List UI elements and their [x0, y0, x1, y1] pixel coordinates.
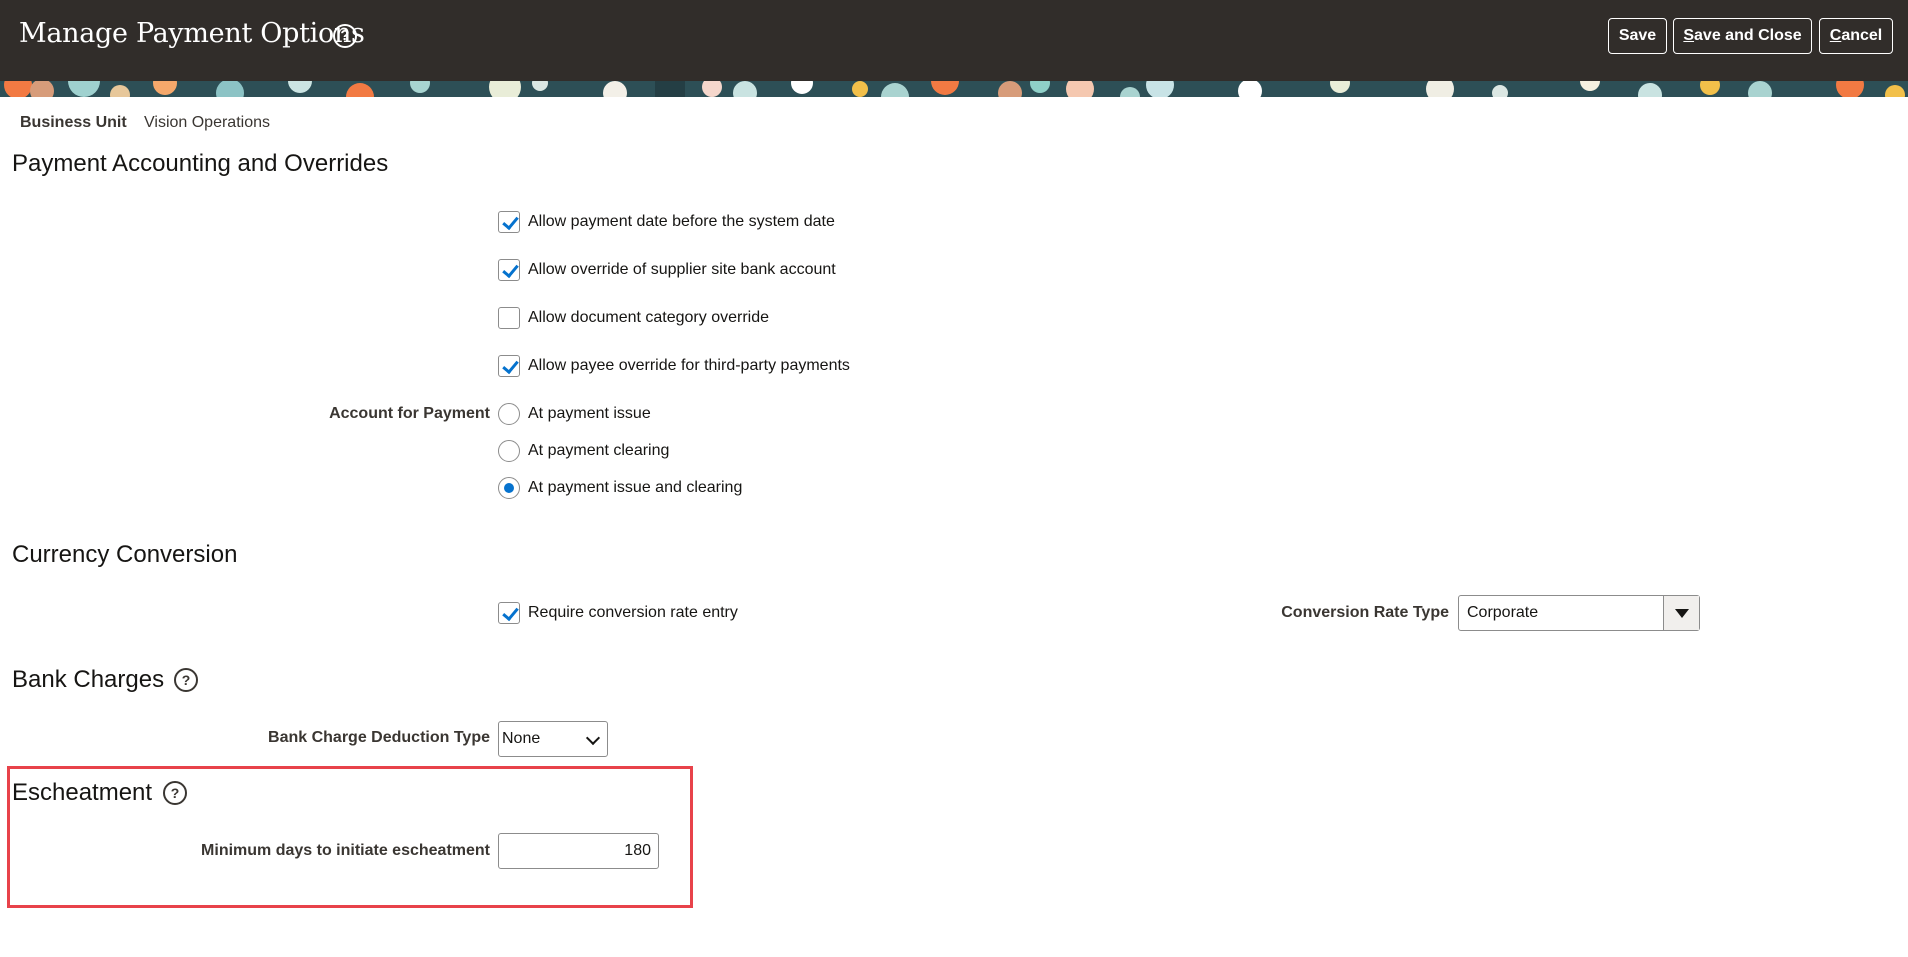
- account-for-payment-label: Account for Payment: [329, 405, 490, 422]
- bank-charge-deduction-type-label: Bank Charge Deduction Type: [268, 729, 490, 746]
- radio-at-payment-clearing[interactable]: [498, 440, 520, 462]
- page-header: Manage Payment Options ? Save Save and C…: [0, 0, 1908, 81]
- option-label-allow-document-category-override: Allow document category override: [528, 309, 770, 326]
- option-label-allow-override-supplier-bank: Allow override of supplier site bank acc…: [528, 261, 836, 278]
- radio-label-at-payment-issue-and-clearing: At payment issue and clearing: [528, 479, 743, 496]
- save-and-close-label: ave and Close: [1694, 27, 1802, 44]
- help-icon[interactable]: ?: [163, 781, 187, 805]
- decorative-banner: [0, 81, 1908, 97]
- conversion-rate-type-combobox[interactable]: Corporate: [1458, 595, 1700, 631]
- radio-at-payment-issue[interactable]: [498, 403, 520, 425]
- chevron-down-icon: [585, 730, 601, 746]
- dropdown-arrow-icon[interactable]: [1663, 596, 1699, 630]
- save-and-close-button[interactable]: Save and Close: [1673, 18, 1812, 54]
- checkbox-allow-override-supplier-bank[interactable]: [498, 259, 520, 281]
- radio-label-at-payment-issue: At payment issue: [528, 405, 651, 422]
- business-unit-label: Business Unit: [20, 114, 127, 131]
- option-label-allow-payee-override: Allow payee override for third-party pay…: [528, 357, 850, 374]
- section-title-currency-conversion: Currency Conversion: [12, 541, 238, 568]
- checkbox-require-conversion-rate[interactable]: [498, 602, 520, 624]
- checkbox-allow-document-category-override[interactable]: [498, 307, 520, 329]
- cancel-label: ancel: [1841, 27, 1883, 44]
- radio-at-payment-issue-and-clearing[interactable]: [498, 477, 520, 499]
- bank-charge-deduction-type-value: None: [502, 730, 541, 747]
- section-title-bank-charges: Bank Charges: [12, 666, 165, 693]
- conversion-rate-type-value: Corporate: [1467, 604, 1539, 621]
- conversion-rate-type-label: Conversion Rate Type: [1281, 604, 1449, 621]
- save-button[interactable]: Save: [1608, 18, 1667, 54]
- save-and-close-mnemonic: S: [1683, 27, 1695, 44]
- cancel-button[interactable]: Cancel: [1819, 18, 1893, 54]
- checkbox-allow-payment-date[interactable]: [498, 211, 520, 233]
- radio-label-at-payment-clearing: At payment clearing: [528, 442, 670, 459]
- bank-charge-deduction-type-select[interactable]: None: [498, 721, 608, 757]
- help-icon[interactable]: ?: [333, 24, 357, 48]
- option-label-require-conversion-rate: Require conversion rate entry: [528, 604, 738, 621]
- business-unit-value: Vision Operations: [144, 114, 270, 131]
- cancel-mnemonic: C: [1829, 27, 1842, 44]
- page-title: Manage Payment Options: [19, 18, 365, 49]
- section-title-payment-accounting: Payment Accounting and Overrides: [12, 150, 389, 177]
- section-title-escheatment: Escheatment: [12, 779, 153, 806]
- help-icon[interactable]: ?: [174, 668, 198, 692]
- option-label-allow-payment-date: Allow payment date before the system dat…: [528, 213, 835, 230]
- minimum-days-escheatment-label: Minimum days to initiate escheatment: [201, 842, 490, 859]
- minimum-days-escheatment-input[interactable]: [498, 833, 659, 869]
- checkbox-allow-payee-override[interactable]: [498, 355, 520, 377]
